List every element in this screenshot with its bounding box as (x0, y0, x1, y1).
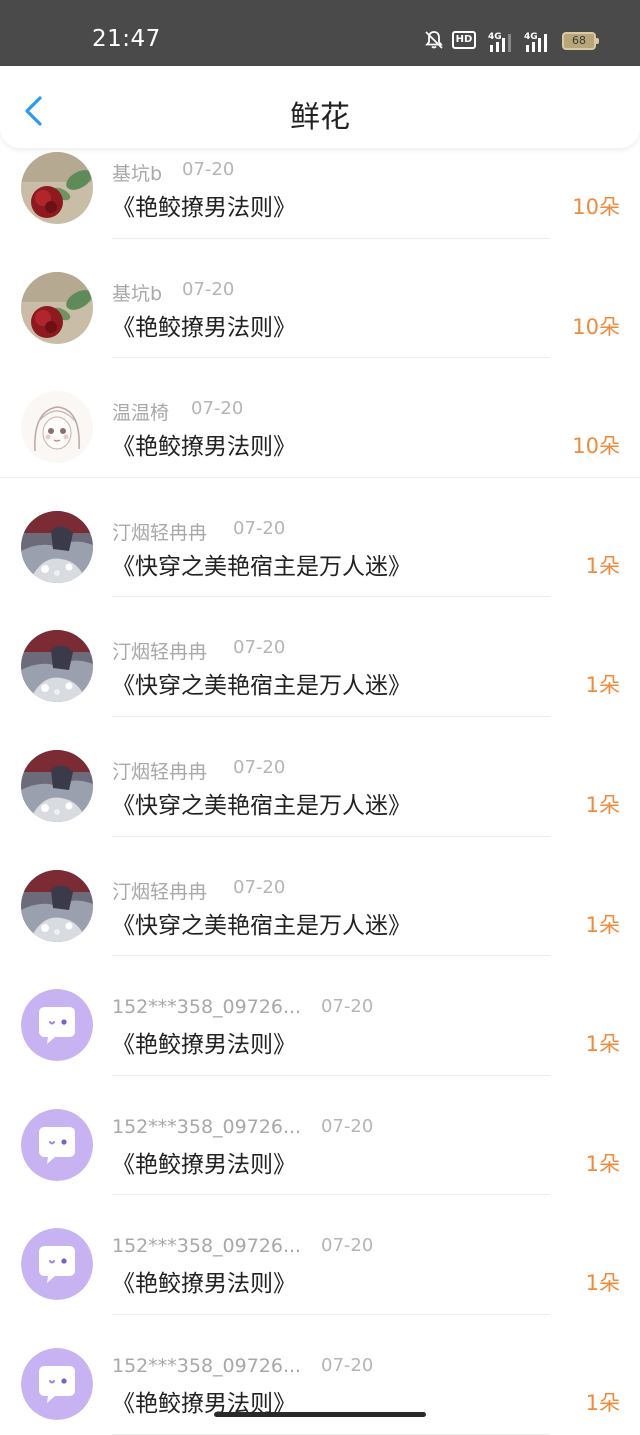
sender-name: 152***358_09726... (112, 1354, 302, 1377)
flower-row[interactable]: 152***358_09726... 07-20 《艳鲛撩男法则》 1朵 (0, 1195, 640, 1315)
flower-count: 1朵 (585, 553, 620, 578)
flower-row[interactable]: 汀烟轻冉冉 07-20 《快穿之美艳宿主是万人迷》 1朵 (0, 837, 640, 957)
sender-name: 汀烟轻冉冉 (112, 880, 208, 903)
signal-4g-icon: 4G (488, 32, 511, 52)
send-date: 07-20 (321, 1354, 374, 1376)
status-time: 21:47 (92, 26, 161, 52)
flower-count: 1朵 (585, 1390, 620, 1415)
book-title[interactable]: 《艳鲛撩男法则》 (112, 308, 296, 342)
flower-count: 1朵 (585, 1271, 620, 1296)
sender-name: 基坑b (112, 282, 163, 305)
avatar[interactable] (21, 391, 93, 464)
sender-name: 152***358_09726... (112, 1235, 302, 1258)
flower-row[interactable]: 基坑b 07-20 《艳鲛撩男法则》 10朵 (0, 239, 640, 359)
flower-count: 10朵 (572, 434, 620, 459)
send-date: 07-20 (321, 996, 374, 1018)
book-title[interactable]: 《艳鲛撩男法则》 (112, 427, 296, 461)
avatar[interactable] (21, 1228, 93, 1301)
book-title[interactable]: 《快穿之美艳宿主是万人迷》 (112, 547, 411, 581)
flower-count: 1朵 (585, 1151, 620, 1176)
bell-off-icon (425, 31, 443, 49)
avatar[interactable] (21, 1347, 93, 1420)
flower-list: 基坑b 07-20 《艳鲛撩男法则》 10朵 基坑b 07-20 《艳鲛撩男法则》 10朵 温温… (0, 148, 640, 1435)
send-date: 07-20 (182, 159, 235, 180)
svg-text:4G: 4G (488, 32, 502, 42)
sender-name: 基坑b (112, 163, 163, 185)
send-date: 07-20 (321, 1235, 374, 1257)
avatar[interactable] (21, 869, 93, 942)
avatar[interactable] (21, 271, 93, 344)
book-title[interactable]: 《快穿之美艳宿主是万人迷》 (112, 906, 411, 940)
battery-tip (596, 38, 599, 44)
send-date: 07-20 (233, 756, 286, 778)
sender-name: 汀烟轻冉冉 (112, 641, 208, 664)
send-date: 07-20 (182, 278, 235, 300)
flower-row[interactable]: 152***358_09726... 07-20 《艳鲛撩男法则》 1朵 (0, 956, 640, 1076)
flower-count: 10朵 (572, 195, 620, 219)
book-title[interactable]: 《艳鲛撩男法则》 (112, 1025, 296, 1059)
flower-row[interactable]: 汀烟轻冉冉 07-20 《快穿之美艳宿主是万人迷》 1朵 (0, 597, 640, 717)
book-title[interactable]: 《艳鲛撩男法则》 (112, 188, 296, 222)
flower-row[interactable]: 基坑b 07-20 《艳鲛撩男法则》 10朵 (0, 119, 640, 239)
send-date: 07-20 (233, 517, 286, 539)
status-bar: 21:47 HD 4G 4G 68 (0, 0, 640, 66)
send-date: 07-20 (233, 637, 286, 659)
sender-name: 汀烟轻冉冉 (112, 521, 208, 544)
avatar[interactable] (21, 152, 93, 224)
book-title[interactable]: 《快穿之美艳宿主是万人迷》 (112, 786, 411, 820)
send-date: 07-20 (321, 1115, 374, 1137)
avatar[interactable] (21, 989, 93, 1062)
flower-row[interactable]: 汀烟轻冉冉 07-20 《快穿之美艳宿主是万人迷》 1朵 (0, 717, 640, 837)
svg-text:4G: 4G (524, 32, 538, 42)
flower-row[interactable]: 汀烟轻冉冉 07-20 《快穿之美艳宿主是万人迷》 1朵 (0, 478, 640, 598)
book-title[interactable]: 《艳鲛撩男法则》 (112, 1264, 296, 1298)
sender-name: 汀烟轻冉冉 (112, 760, 208, 783)
hd-icon: HD (452, 31, 476, 49)
avatar[interactable] (21, 630, 93, 703)
avatar[interactable] (21, 749, 93, 822)
status-icons: HD 4G 4G 68 (424, 30, 604, 52)
flower-count: 1朵 (585, 673, 620, 698)
send-date: 07-20 (191, 398, 244, 420)
sender-name: 152***358_09726... (112, 996, 302, 1019)
sender-name: 温温椅 (112, 402, 170, 425)
signal-4g-icon: 4G (524, 32, 547, 52)
avatar[interactable] (21, 510, 93, 583)
flower-row[interactable]: 152***358_09726... 07-20 《艳鲛撩男法则》 1朵 (0, 1076, 640, 1196)
book-title[interactable]: 《艳鲛撩男法则》 (112, 1145, 296, 1179)
battery-icon: 68 (562, 32, 596, 50)
avatar[interactable] (21, 1108, 93, 1181)
sender-name: 152***358_09726... (112, 1115, 302, 1138)
send-date: 07-20 (233, 876, 286, 898)
flower-count: 1朵 (585, 1032, 620, 1057)
book-title[interactable]: 《快穿之美艳宿主是万人迷》 (112, 666, 411, 700)
home-indicator[interactable] (214, 1412, 426, 1417)
flower-row[interactable]: 温温椅 07-20 《艳鲛撩男法则》 10朵 (0, 358, 640, 478)
flower-count: 1朵 (585, 792, 620, 817)
flower-count: 1朵 (585, 912, 620, 937)
flower-count: 10朵 (572, 314, 620, 339)
